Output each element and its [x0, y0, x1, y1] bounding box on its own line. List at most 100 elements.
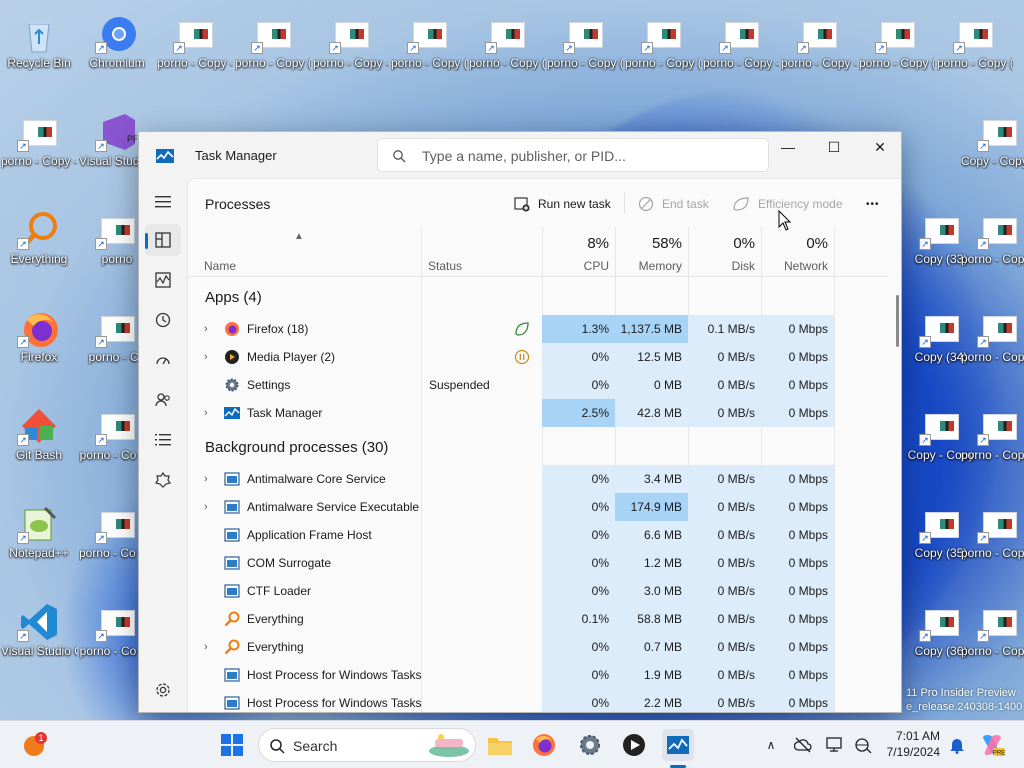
run-new-task-button[interactable]: Run new task	[514, 193, 611, 215]
desktop-icon-label: Firefox	[20, 350, 58, 364]
nav-startup-apps[interactable]	[145, 344, 181, 376]
desktop-icon[interactable]: ↗ porno - Copy (24)	[625, 14, 701, 71]
system-clock[interactable]: 7:01 AM 7/19/2024	[874, 728, 940, 760]
scrollbar-thumb[interactable]	[896, 295, 899, 347]
windows-app-icon	[224, 500, 240, 514]
column-memory[interactable]: 58% Memory	[615, 227, 688, 277]
windows-app-icon	[224, 472, 240, 486]
desktop-icon[interactable]: ↗ porno - Copy (17)	[469, 14, 545, 71]
nav-processes[interactable]	[145, 224, 181, 256]
column-disk[interactable]: 0% Disk	[688, 227, 761, 277]
desktop-icon[interactable]: ↗ porno - Copy (36) - Copy	[961, 602, 1024, 659]
process-row[interactable]: COM Surrogate 0% 1.2 MB 0 MB/s 0 Mbps	[188, 549, 888, 577]
desktop-icon[interactable]: ↗ Chromium	[79, 14, 155, 71]
volume-button[interactable]	[850, 729, 876, 761]
desktop-icon[interactable]: ↗ Copy - Copy (37)	[961, 112, 1024, 169]
display-button[interactable]	[822, 729, 848, 761]
desktop-icon[interactable]: ↗ porno - Copy (14)	[391, 14, 467, 71]
taskbar-media-player[interactable]	[618, 729, 650, 761]
desktop-icon[interactable]: ↗ porno - Copy - Copy (10)	[313, 14, 389, 71]
desktop-icon-label: porno - Copy (14)	[391, 56, 467, 70]
nav-settings[interactable]	[145, 674, 181, 706]
desktop-icon[interactable]: ↗ porno - Copy - Copy (31)	[781, 14, 857, 71]
minimize-button[interactable]: —	[765, 132, 811, 162]
more-options-button[interactable]: •••	[866, 193, 880, 215]
taskbar-widget-button[interactable]: 1	[18, 729, 50, 761]
taskbar-search-label: Search	[293, 738, 338, 754]
process-row[interactable]: › Media Player (2) 0% 12.5 MB 0 MB/s 0 Mbps	[188, 343, 888, 371]
hamburger-menu-button[interactable]	[145, 186, 181, 218]
process-row[interactable]: › Everything 0% 0.7 MB 0 MB/s 0 Mbps	[188, 633, 888, 661]
chevron-right-icon[interactable]: ›	[204, 473, 214, 485]
network-status-button[interactable]	[790, 729, 816, 761]
nav-app-history[interactable]	[145, 304, 181, 336]
desktop-icon[interactable]: ↗ porno - Copy - Copy (28)	[703, 14, 779, 71]
chevron-right-icon[interactable]: ›	[204, 323, 214, 335]
chevron-right-icon[interactable]: ›	[204, 407, 214, 419]
desktop-icon[interactable]: ↗ porno - Copy (34)	[859, 14, 935, 71]
column-cpu[interactable]: 8% CPU	[542, 227, 615, 277]
column-status[interactable]: Status	[412, 227, 542, 277]
desktop-icon[interactable]: ↗ Git Bash	[1, 406, 77, 463]
process-memory: 0 MB	[615, 371, 688, 399]
chevron-right-icon[interactable]: ›	[204, 641, 214, 653]
nav-users[interactable]	[145, 384, 181, 416]
desktop-icon[interactable]: ↗ porno - Copy (39) - Copy	[961, 406, 1024, 463]
desktop-icon[interactable]: ↗ Notepad++	[1, 504, 77, 561]
process-row[interactable]: Everything 0.1% 58.8 MB 0 MB/s 0 Mbps	[188, 605, 888, 633]
desktop-icon-label: porno - Copy - Copy (10)	[313, 56, 389, 70]
show-hidden-icons-button[interactable]: ∧	[758, 729, 784, 761]
chevron-right-icon[interactable]: ›	[204, 351, 214, 363]
start-button[interactable]	[216, 729, 248, 761]
desktop-icon[interactable]: ↗ porno - Copy - Copy	[1, 112, 77, 169]
process-row[interactable]: Host Process for Windows Tasks 0% 2.2 MB 0 …	[188, 689, 888, 712]
shortcut-arrow-icon: ↗	[95, 140, 107, 152]
desktop-icon[interactable]: ↗ porno - Copy - Copy (40)	[961, 504, 1024, 561]
desktop-icon[interactable]: ↗ porno - Copy (35) - Copy	[961, 308, 1024, 365]
desktop-icon[interactable]: ↗ porno - Copy (21)	[547, 14, 623, 71]
process-row[interactable]: › Antimalware Service Executable 0% 174.9 M…	[188, 493, 888, 521]
shortcut-arrow-icon: ↗	[95, 630, 107, 642]
process-row[interactable]: Application Frame Host 0% 6.6 MB 0 MB/s 0 Mb…	[188, 521, 888, 549]
process-row[interactable]: Host Process for Windows Tasks 0% 1.9 MB 0 …	[188, 661, 888, 689]
shortcut-arrow-icon: ↗	[919, 630, 931, 642]
media-player-icon	[225, 350, 239, 364]
title-bar[interactable]: Task Manager — ☐ ✕	[139, 132, 901, 178]
desktop-icon-image: ↗	[17, 406, 61, 446]
search-input[interactable]	[422, 145, 752, 167]
process-row[interactable]: › Task Manager 2.5% 42.8 MB 0 MB/s 0 Mbps	[188, 399, 888, 427]
desktop-icon[interactable]: ↗ porno - Copy (38)	[961, 210, 1024, 267]
taskbar-search[interactable]: Search	[258, 728, 476, 762]
column-name[interactable]: ▲ Name	[188, 227, 421, 277]
taskbar-settings[interactable]	[574, 729, 606, 761]
desktop-icon-image: ↗	[953, 14, 997, 54]
taskbar-file-explorer[interactable]	[484, 729, 516, 761]
desktop-icon[interactable]: ↗ porno - Copy - Copy (3)	[157, 14, 233, 71]
process-row[interactable]: › Firefox (18) 1.3% 1,137.5 MB 0.1 MB/s 0 Mbp…	[188, 315, 888, 343]
copilot-button[interactable]: PRE	[976, 729, 1008, 761]
minimize-icon: —	[781, 139, 795, 155]
process-row[interactable]: › Antimalware Core Service 0% 3.4 MB 0 MB/s 0…	[188, 465, 888, 493]
taskbar-task-manager[interactable]	[662, 729, 694, 761]
column-network[interactable]: 0% Network	[761, 227, 834, 277]
taskbar-firefox[interactable]	[528, 729, 560, 761]
desktop-icon[interactable]: ↗ Visual Studio Code	[1, 602, 77, 659]
efficiency-leaf-icon	[515, 322, 529, 336]
desktop-icon[interactable]: ↗ Everything	[1, 210, 77, 267]
process-row[interactable]: Settings Suspended 0% 0 MB 0 MB/s 0 Mbps	[188, 371, 888, 399]
desktop-icon[interactable]: ↗ porno - Copy (7)	[235, 14, 311, 71]
nav-services[interactable]	[145, 464, 181, 496]
settings-gear-icon	[156, 683, 170, 697]
chevron-right-icon[interactable]: ›	[204, 501, 214, 513]
end-task-button[interactable]: End task	[638, 193, 709, 215]
nav-details[interactable]	[145, 424, 181, 456]
desktop-icon[interactable]: Recycle Bin	[1, 14, 77, 71]
notifications-button[interactable]	[944, 729, 970, 761]
desktop-icon[interactable]: ↗ Firefox	[1, 308, 77, 365]
maximize-button[interactable]: ☐	[811, 132, 857, 162]
process-row[interactable]: CTF Loader 0% 3.0 MB 0 MB/s 0 Mbps	[188, 577, 888, 605]
desktop-icon[interactable]: ↗ porno - Copy (34) - Copy	[937, 14, 1013, 71]
close-button[interactable]: ✕	[857, 132, 901, 162]
search-box[interactable]	[377, 138, 769, 172]
nav-performance[interactable]	[145, 264, 181, 296]
